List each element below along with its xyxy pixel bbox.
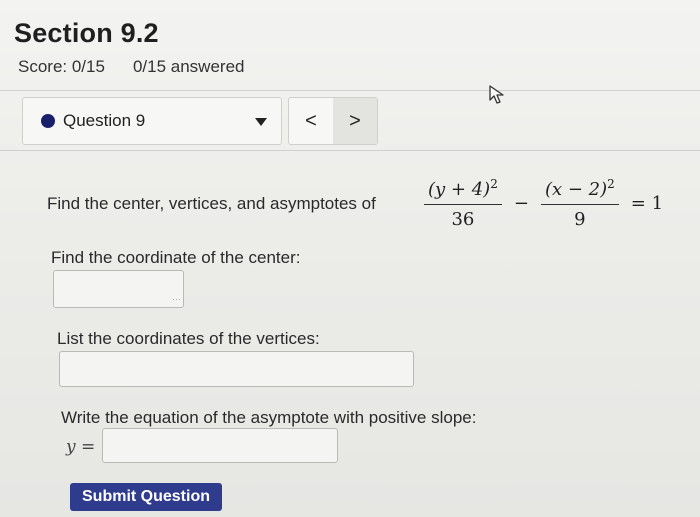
divider <box>0 150 700 151</box>
divider <box>0 90 700 91</box>
score-row: Score: 0/15 0/15 answered <box>18 57 244 77</box>
question-navigation: < > <box>288 97 378 145</box>
vertices-input[interactable] <box>59 351 414 387</box>
page: Section 9.2 Score: 0/15 0/15 answered Qu… <box>0 0 700 517</box>
fraction-1-numerator: (y + 4) <box>428 178 491 200</box>
next-question-button[interactable]: > <box>333 98 377 144</box>
minus-operator: − <box>513 192 529 214</box>
question-status-dot <box>41 114 55 128</box>
fraction-1-power: 2 <box>490 176 498 191</box>
answered-count: 0/15 answered <box>132 57 245 76</box>
equation-rhs: = 1 <box>630 192 664 214</box>
question-selector-label: Question 9 <box>63 111 146 130</box>
center-input[interactable] <box>53 270 184 308</box>
fraction-1: (y + 4)2 36 <box>424 177 502 230</box>
previous-question-button[interactable]: < <box>289 98 333 144</box>
caret-down-icon <box>255 118 267 126</box>
fraction-2-power: 2 <box>607 176 615 191</box>
question-selector[interactable]: Question 9 <box>22 97 282 145</box>
page-title: Section 9.2 <box>14 18 159 48</box>
question-prompt: Find the center, vertices, and asymptote… <box>47 194 376 213</box>
mouse-cursor-icon <box>489 85 504 104</box>
vertices-label: List the coordinates of the vertices: <box>57 329 320 348</box>
asymptote-input[interactable] <box>102 428 338 463</box>
submit-question-button[interactable]: Submit Question <box>70 483 222 511</box>
fraction-2-denominator: 9 <box>574 208 586 230</box>
fraction-2-numerator: (x − 2) <box>544 178 608 200</box>
fraction-2: (x − 2)2 9 <box>540 176 619 230</box>
fraction-1-denominator: 36 <box>451 208 475 230</box>
score-text: Score: 0/15 <box>18 57 105 76</box>
hyperbola-equation: (y + 4)2 36 − (x − 2)2 9 = 1 <box>418 168 669 238</box>
center-label: Find the coordinate of the center: <box>51 248 301 267</box>
input-format-icon: ⋯ <box>172 294 181 304</box>
asymptote-label: Write the equation of the asymptote with… <box>61 408 477 427</box>
asymptote-prefix: y = <box>66 437 96 457</box>
